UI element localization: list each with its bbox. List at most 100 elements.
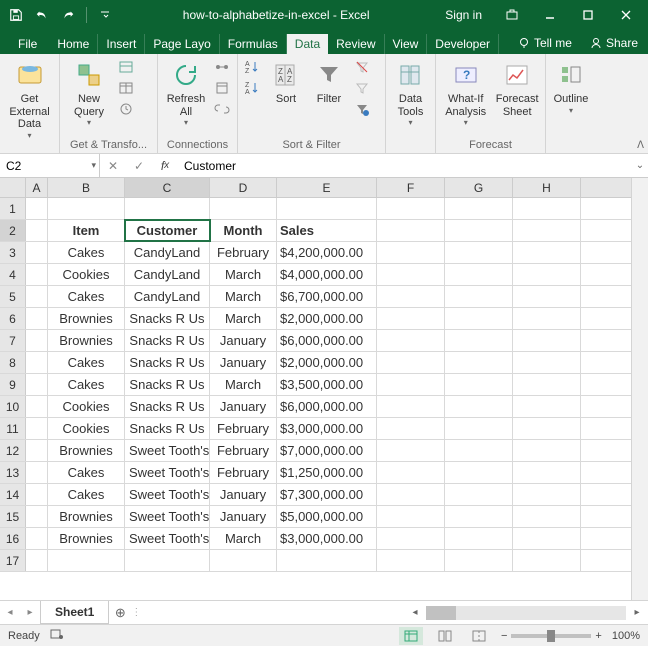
normal-view-button[interactable]: [399, 627, 423, 645]
name-box-input[interactable]: [6, 159, 93, 173]
cell-C10[interactable]: Snacks R Us: [125, 396, 210, 417]
cell-C9[interactable]: Snacks R Us: [125, 374, 210, 395]
hscroll-thumb[interactable]: [426, 606, 456, 620]
cell-B6[interactable]: Brownies: [48, 308, 125, 329]
cell-F14[interactable]: [377, 484, 445, 505]
cell-H6[interactable]: [513, 308, 581, 329]
cell-E5[interactable]: $6,700,000.00: [277, 286, 377, 307]
sort-descending-button[interactable]: ZA: [242, 78, 262, 98]
cell-F12[interactable]: [377, 440, 445, 461]
cell-G15[interactable]: [445, 506, 513, 527]
row-header-14[interactable]: 14: [0, 484, 26, 505]
insert-function-button[interactable]: fx: [152, 159, 178, 173]
cell-G4[interactable]: [445, 264, 513, 285]
cell-D7[interactable]: January: [210, 330, 277, 351]
cell-B10[interactable]: Cookies: [48, 396, 125, 417]
zoom-slider[interactable]: [511, 634, 591, 638]
select-all-button[interactable]: [0, 178, 26, 197]
cell-E17[interactable]: [277, 550, 377, 571]
cell-F17[interactable]: [377, 550, 445, 571]
cell-A15[interactable]: [26, 506, 48, 527]
formula-input[interactable]: [178, 154, 632, 177]
cell-D3[interactable]: February: [210, 242, 277, 263]
column-header-H[interactable]: H: [513, 178, 581, 197]
cell-F4[interactable]: [377, 264, 445, 285]
row-header-5[interactable]: 5: [0, 286, 26, 307]
refresh-all-button[interactable]: Refresh All ▾: [162, 57, 210, 129]
cell-H8[interactable]: [513, 352, 581, 373]
cell-B12[interactable]: Brownies: [48, 440, 125, 461]
row-header-13[interactable]: 13: [0, 462, 26, 483]
tab-data[interactable]: Data: [287, 34, 328, 54]
cell-E10[interactable]: $6,000,000.00: [277, 396, 377, 417]
row-header-12[interactable]: 12: [0, 440, 26, 461]
tab-view[interactable]: View: [385, 34, 428, 54]
cell-C12[interactable]: Sweet Tooth's: [125, 440, 210, 461]
cell-H15[interactable]: [513, 506, 581, 527]
cell-E9[interactable]: $3,500,000.00: [277, 374, 377, 395]
cell-H2[interactable]: [513, 220, 581, 241]
cell-E6[interactable]: $2,000,000.00: [277, 308, 377, 329]
cell-F1[interactable]: [377, 198, 445, 219]
cell-G10[interactable]: [445, 396, 513, 417]
cell-B2[interactable]: Item: [48, 220, 125, 241]
cell-D11[interactable]: February: [210, 418, 277, 439]
cell-G11[interactable]: [445, 418, 513, 439]
row-header-16[interactable]: 16: [0, 528, 26, 549]
cell-C3[interactable]: CandyLand: [125, 242, 210, 263]
cell-F5[interactable]: [377, 286, 445, 307]
properties-button[interactable]: [212, 78, 232, 98]
cell-A17[interactable]: [26, 550, 48, 571]
cell-F9[interactable]: [377, 374, 445, 395]
hscroll-right[interactable]: ▸: [630, 607, 644, 618]
cell-G5[interactable]: [445, 286, 513, 307]
cell-D4[interactable]: March: [210, 264, 277, 285]
tab-page-layo[interactable]: Page Layo: [145, 34, 219, 54]
get-external-data-button[interactable]: Get External Data ▾: [4, 57, 55, 142]
hscroll-left[interactable]: ◂: [408, 607, 422, 618]
cell-E8[interactable]: $2,000,000.00: [277, 352, 377, 373]
cell-G9[interactable]: [445, 374, 513, 395]
cell-A9[interactable]: [26, 374, 48, 395]
undo-button[interactable]: [30, 3, 54, 27]
tab-developer[interactable]: Developer: [427, 34, 499, 54]
tab-insert[interactable]: Insert: [98, 34, 145, 54]
tell-me[interactable]: Tell me: [510, 32, 580, 54]
from-table-button[interactable]: [116, 78, 136, 98]
edit-links-button[interactable]: [212, 99, 232, 119]
cell-G12[interactable]: [445, 440, 513, 461]
column-header-E[interactable]: E: [277, 178, 377, 197]
new-sheet-button[interactable]: ⊕: [109, 605, 131, 621]
cell-G3[interactable]: [445, 242, 513, 263]
cell-F10[interactable]: [377, 396, 445, 417]
cell-G17[interactable]: [445, 550, 513, 571]
qat-customize[interactable]: [93, 3, 117, 27]
sort-ascending-button[interactable]: AZ: [242, 57, 262, 77]
connections-button[interactable]: [212, 57, 232, 77]
row-header-10[interactable]: 10: [0, 396, 26, 417]
cell-A8[interactable]: [26, 352, 48, 373]
cell-H14[interactable]: [513, 484, 581, 505]
collapse-ribbon-button[interactable]: ᐱ: [637, 140, 644, 151]
row-header-9[interactable]: 9: [0, 374, 26, 395]
horizontal-scrollbar[interactable]: ◂ ▸: [137, 606, 648, 620]
cell-A5[interactable]: [26, 286, 48, 307]
row-header-11[interactable]: 11: [0, 418, 26, 439]
cell-B5[interactable]: Cakes: [48, 286, 125, 307]
cell-F8[interactable]: [377, 352, 445, 373]
cell-D17[interactable]: [210, 550, 277, 571]
vertical-scrollbar[interactable]: [631, 178, 648, 600]
cell-E2[interactable]: Sales: [277, 220, 377, 241]
cell-E1[interactable]: [277, 198, 377, 219]
cell-D6[interactable]: March: [210, 308, 277, 329]
cell-H4[interactable]: [513, 264, 581, 285]
cell-F16[interactable]: [377, 528, 445, 549]
cell-A4[interactable]: [26, 264, 48, 285]
cell-F2[interactable]: [377, 220, 445, 241]
zoom-in-button[interactable]: +: [595, 630, 601, 642]
cell-H3[interactable]: [513, 242, 581, 263]
cell-B8[interactable]: Cakes: [48, 352, 125, 373]
cell-H13[interactable]: [513, 462, 581, 483]
cell-F6[interactable]: [377, 308, 445, 329]
column-header-F[interactable]: F: [377, 178, 445, 197]
